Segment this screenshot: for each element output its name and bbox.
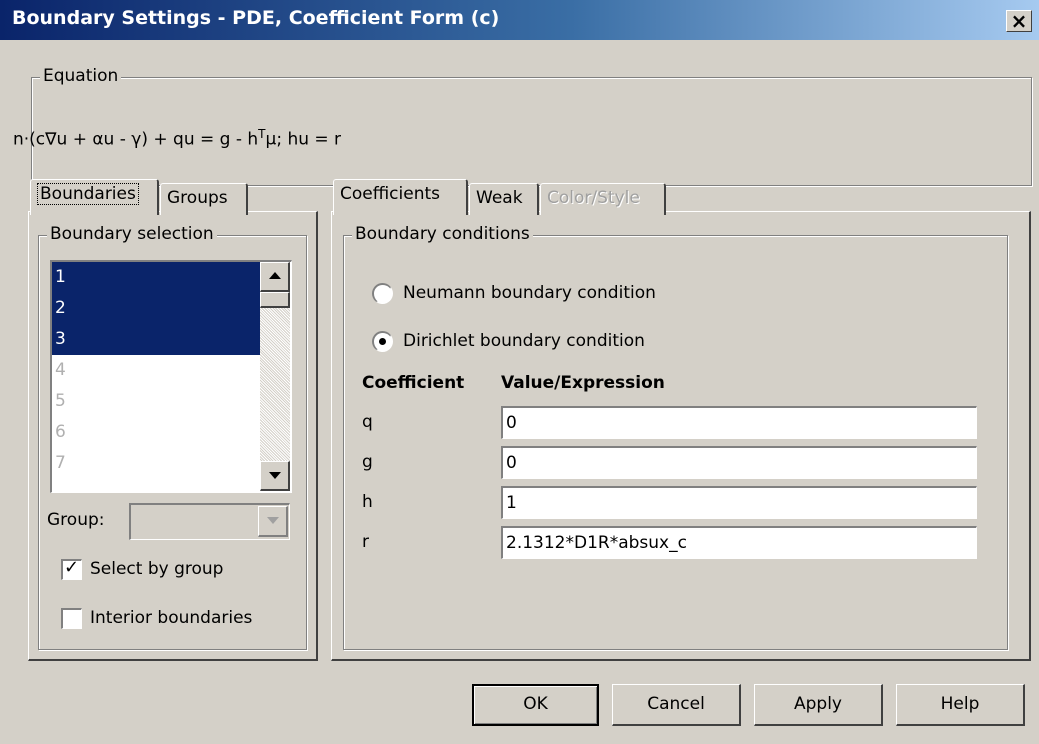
list-item[interactable]: 7 (52, 448, 260, 479)
equation-main: n·(c∇u + αu - γ) + qu = g - h (13, 129, 259, 150)
checkmark-icon: ✓ (64, 557, 80, 578)
tab-weak-label: Weak (476, 188, 523, 208)
cancel-button[interactable]: Cancel (612, 684, 741, 726)
coef-name-q: q (362, 412, 373, 432)
boundary-conditions-legend: Boundary conditions (352, 224, 533, 244)
group-dropdown-button[interactable] (258, 506, 288, 537)
select-by-group-label: Select by group (90, 559, 224, 579)
interior-boundaries-label: Interior boundaries (90, 608, 253, 628)
coef-name-h: h (362, 492, 373, 512)
help-button[interactable]: Help (896, 684, 1025, 726)
dirichlet-radio[interactable] (372, 331, 393, 352)
boundary-selection-legend: Boundary selection (47, 224, 217, 244)
value-expression-header: Value/Expression (501, 373, 665, 393)
chevron-down-icon (267, 517, 279, 524)
tab-groups[interactable]: Groups (160, 183, 248, 215)
equation-text: n·(c∇u + αu - γ) + qu = g - hTμ; hu = r (13, 127, 341, 150)
list-item[interactable]: 5 (52, 386, 260, 417)
arrow-down-icon (269, 472, 281, 479)
group-select[interactable] (129, 503, 290, 540)
neumann-label: Neumann boundary condition (403, 283, 656, 303)
arrow-up-icon (269, 272, 281, 279)
coef-value-q[interactable]: 0 (501, 406, 977, 439)
neumann-radio[interactable] (372, 283, 393, 304)
coef-value-r[interactable]: 2.1312*D1R*absux_c (501, 526, 977, 559)
title-bar[interactable]: Boundary Settings - PDE, Coefficient For… (0, 0, 1039, 40)
scroll-down-button[interactable] (260, 461, 290, 491)
boundary-listbox[interactable]: 1 2 3 4 5 6 7 (50, 260, 292, 493)
tab-groups-label: Groups (167, 188, 228, 208)
coef-name-g: g (362, 452, 373, 472)
dirichlet-label: Dirichlet boundary condition (403, 331, 645, 351)
coef-value-h[interactable]: 1 (501, 486, 977, 519)
list-item[interactable]: 3 (52, 324, 260, 355)
interior-boundaries-checkbox[interactable] (61, 608, 82, 629)
list-item[interactable]: 4 (52, 355, 260, 386)
apply-button[interactable]: Apply (754, 684, 883, 726)
tab-color-style-label: Color/Style (547, 188, 640, 208)
coef-value-g[interactable]: 0 (501, 446, 977, 479)
close-icon: × (1010, 9, 1028, 33)
group-label: Group: (47, 510, 105, 530)
scroll-up-button[interactable] (260, 262, 290, 292)
equation-superscript: T (258, 127, 266, 141)
equation-legend: Equation (40, 66, 122, 86)
radio-selected-dot (379, 338, 386, 345)
tab-weak[interactable]: Weak (469, 183, 539, 215)
boundary-settings-dialog: Boundary Settings - PDE, Coefficient For… (0, 0, 1039, 744)
select-by-group-checkbox[interactable]: ✓ (61, 557, 82, 580)
tab-boundaries-label: Boundaries (37, 183, 139, 205)
tab-color-style[interactable]: Color/Style (540, 183, 666, 215)
tab-boundaries[interactable]: Boundaries (30, 179, 159, 215)
coef-name-r: r (362, 532, 369, 552)
close-button[interactable]: × (1006, 9, 1032, 33)
window-title: Boundary Settings - PDE, Coefficient For… (12, 7, 500, 29)
coefficient-header: Coefficient (362, 373, 465, 393)
scroll-thumb[interactable] (260, 292, 290, 308)
list-item[interactable]: 6 (52, 417, 260, 448)
equation-tail: μ; hu = r (265, 129, 342, 150)
ok-button[interactable]: OK (472, 684, 599, 726)
list-item[interactable]: 2 (52, 293, 260, 324)
tab-coefficients-label: Coefficients (340, 184, 440, 204)
list-item[interactable]: 1 (52, 262, 260, 293)
list-scrollbar[interactable] (260, 262, 290, 491)
tab-coefficients[interactable]: Coefficients (333, 179, 468, 215)
